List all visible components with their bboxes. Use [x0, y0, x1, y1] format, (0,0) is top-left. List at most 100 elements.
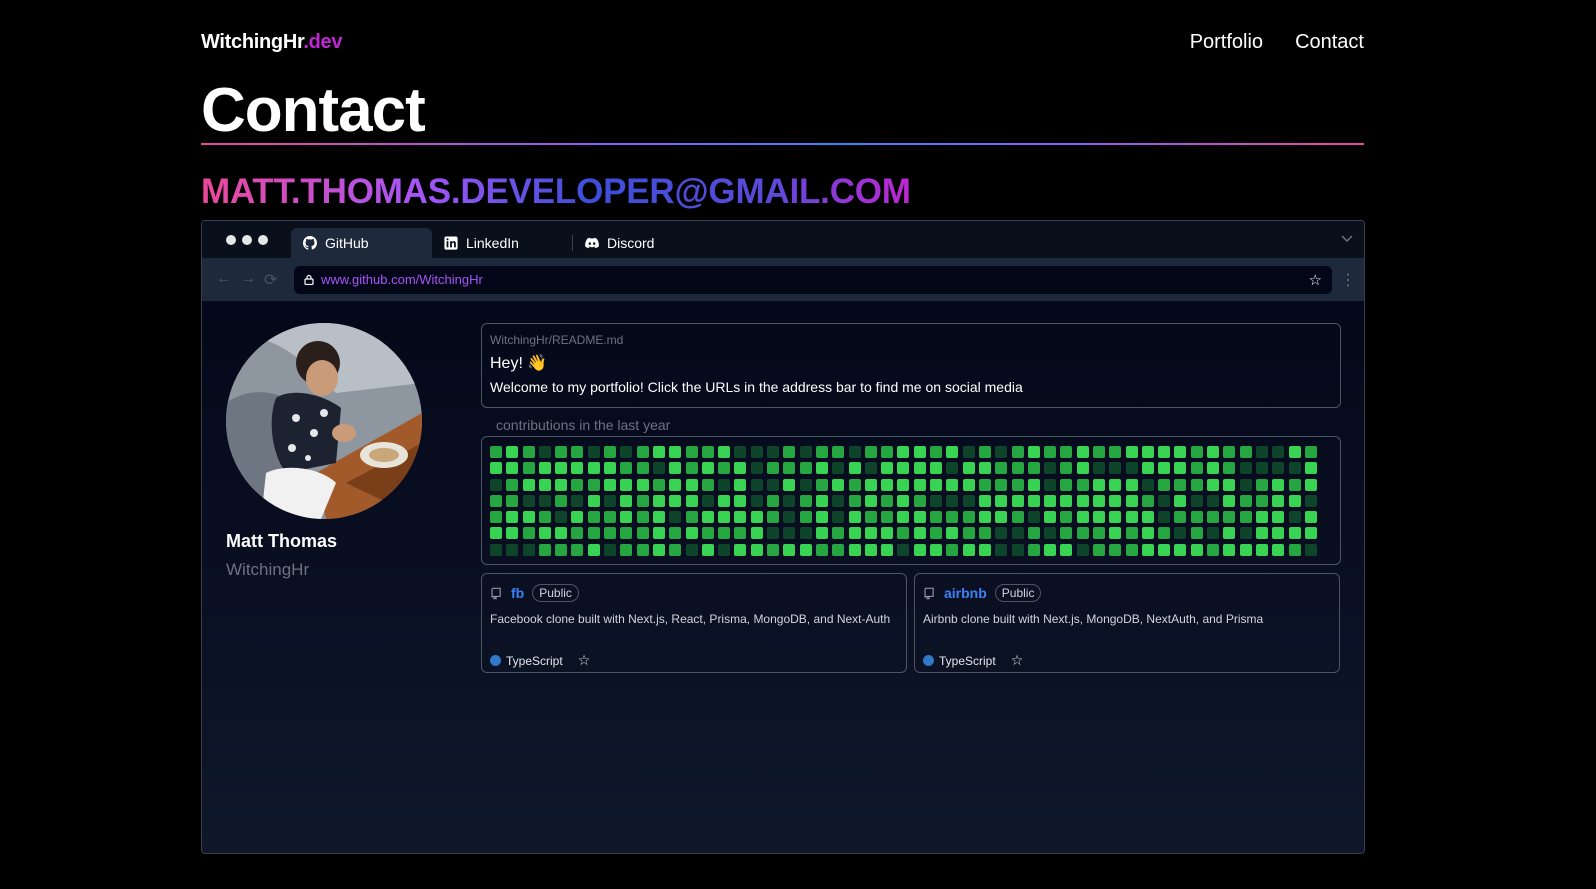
contribution-cell: [555, 462, 568, 475]
contribution-cell: [832, 511, 845, 523]
contribution-cell: [571, 543, 584, 556]
contribution-cell: [881, 511, 894, 523]
contribution-cell: [1304, 543, 1317, 556]
contribution-cell: [799, 494, 812, 507]
contribution-cell: [1288, 462, 1301, 475]
contribution-cell: [783, 478, 796, 491]
star-icon[interactable]: ☆: [1011, 652, 1024, 669]
contribution-cell: [1011, 446, 1024, 458]
contribution-cell: [815, 494, 828, 507]
contribution-cell: [1027, 543, 1040, 556]
contribution-cell: [506, 446, 519, 458]
contribution-cell: [815, 446, 828, 458]
tab-github-label: GitHub: [325, 235, 369, 251]
contribution-cell: [538, 511, 551, 523]
contribution-cell: [652, 494, 665, 507]
contribution-cell: [734, 462, 747, 475]
contribution-cell: [685, 478, 698, 491]
contribution-cell: [620, 527, 633, 540]
lock-icon: [304, 274, 314, 285]
contribution-cell: [522, 511, 535, 523]
contribution-cell: [571, 462, 584, 475]
contribution-cell: [538, 494, 551, 507]
contribution-cell: [1092, 543, 1105, 556]
visibility-badge: Public: [994, 584, 1042, 602]
forward-arrow-icon[interactable]: →: [240, 270, 256, 290]
repo-name-link[interactable]: airbnb: [944, 585, 987, 601]
contribution-cell: [685, 494, 698, 507]
contribution-cell: [652, 527, 665, 540]
repo-name-link[interactable]: fb: [511, 585, 524, 601]
contribution-cell: [881, 494, 894, 507]
avatar: [226, 323, 422, 519]
site-logo[interactable]: WitchingHr.dev: [201, 31, 343, 54]
contribution-cell: [506, 478, 519, 491]
contribution-cell: [783, 494, 796, 507]
email-link[interactable]: MATT.THOMAS.DEVELOPER@GMAIL.COM: [201, 172, 911, 212]
tab-discord[interactable]: Discord: [573, 228, 714, 258]
contribution-cell: [848, 527, 861, 540]
contribution-cell: [1141, 478, 1154, 491]
tab-github[interactable]: GitHub: [291, 228, 432, 258]
contribution-cell: [604, 478, 617, 491]
more-menu-icon[interactable]: ⋮: [1340, 270, 1356, 290]
contribution-cell: [864, 511, 877, 523]
contribution-cell: [522, 446, 535, 458]
contribution-cell: [930, 446, 943, 458]
contribution-cell: [962, 494, 975, 507]
contribution-cell: [1207, 478, 1220, 491]
contribution-cell: [1174, 527, 1187, 540]
contribution-cell: [490, 543, 502, 556]
contribution-cell: [538, 446, 551, 458]
star-icon[interactable]: ☆: [578, 652, 591, 669]
contribution-cell: [685, 446, 698, 458]
contribution-cell: [913, 478, 926, 491]
contribution-cell: [897, 478, 910, 491]
contribution-cell: [636, 543, 649, 556]
contribution-cell: [1190, 543, 1203, 556]
tab-linkedin[interactable]: LinkedIn: [432, 228, 573, 258]
contribution-cell: [1076, 543, 1089, 556]
contribution-cell: [555, 478, 568, 491]
nav-contact-link[interactable]: Contact: [1295, 31, 1364, 54]
contribution-cell: [1060, 478, 1073, 491]
url-field[interactable]: www.github.com/WitchingHr ☆: [294, 265, 1332, 294]
contribution-cell: [832, 527, 845, 540]
bookmark-star-icon[interactable]: ☆: [1309, 271, 1322, 289]
contribution-cell: [604, 543, 617, 556]
contribution-cell: [1125, 543, 1138, 556]
contribution-cell: [767, 478, 780, 491]
profile-card: Matt Thomas WitchingHr: [226, 323, 422, 580]
contribution-cell: [490, 511, 502, 523]
reload-icon[interactable]: ⟳: [264, 270, 277, 290]
contribution-cell: [897, 462, 910, 475]
browser-mockup: GitHub LinkedIn Discord ← → ⟳ www.github…: [201, 220, 1365, 854]
contribution-cell: [1011, 478, 1024, 491]
site-header: WitchingHr.dev Portfolio Contact: [201, 26, 1364, 58]
chevron-down-icon[interactable]: [1340, 231, 1354, 245]
contribution-cell: [734, 494, 747, 507]
contribution-cell: [995, 543, 1008, 556]
contribution-cell: [750, 462, 763, 475]
contribution-cell: [767, 511, 780, 523]
contribution-cell: [1255, 446, 1268, 458]
contribution-cell: [1174, 478, 1187, 491]
contribution-cell: [1158, 494, 1171, 507]
contribution-cell: [701, 446, 714, 458]
readme-greeting: Hey! 👋: [490, 355, 548, 372]
contribution-cell: [1272, 543, 1285, 556]
contribution-cell: [685, 543, 698, 556]
contribution-cell: [620, 478, 633, 491]
contribution-cell: [799, 446, 812, 458]
contribution-cell: [1109, 446, 1122, 458]
contribution-cell: [636, 446, 649, 458]
contribution-cell: [506, 527, 519, 540]
contribution-cell: [1141, 543, 1154, 556]
nav-portfolio-link[interactable]: Portfolio: [1190, 31, 1263, 54]
contribution-cell: [490, 527, 502, 540]
contribution-cell: [1272, 478, 1285, 491]
contribution-cell: [1125, 462, 1138, 475]
contribution-cell: [815, 478, 828, 491]
back-arrow-icon[interactable]: ←: [216, 270, 232, 290]
contribution-cell: [1044, 478, 1057, 491]
